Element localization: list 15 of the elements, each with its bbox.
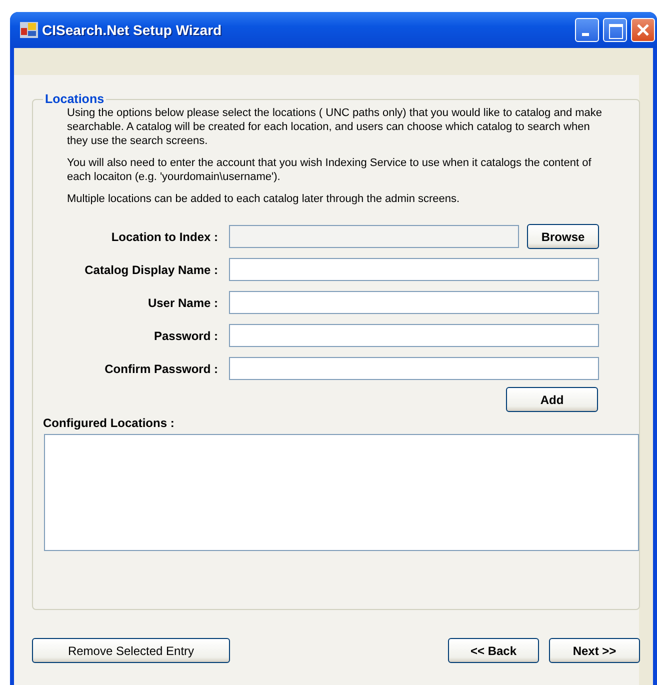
field-label: Catalog Display Name : (84, 262, 218, 276)
field-label: Password : (152, 328, 218, 342)
back-button[interactable]: << Back (448, 638, 539, 663)
description-text: You will also need to enter the account that you wish Indexing Service to use when it catalogs the content of each locaiton (e.g. 'yourdomain\username'). (67, 156, 592, 184)
field-label: User Name : (146, 296, 218, 310)
next-button[interactable]: Next >> (549, 638, 640, 663)
field-label: Confirm Password : (104, 362, 218, 376)
list-label: Configured Locations : (43, 416, 176, 430)
window-title: CISearch.Net Setup Wizard (42, 22, 223, 38)
remove-entry-button[interactable]: Remove Selected Entry (32, 638, 230, 663)
description-text: Multiple locations can be added to each catalog later through the admin screens. (67, 192, 461, 206)
description-text: Using the options below please select the locations ( UNC paths only) that you would like to catalog and make searchable. A catalog will be created for each location, and users can choose which catalog to search when they use the search screens. (67, 106, 604, 148)
add-button[interactable]: Add (506, 387, 598, 412)
group-title: Locations (44, 92, 106, 106)
field-label: Location to Index : (110, 230, 218, 244)
